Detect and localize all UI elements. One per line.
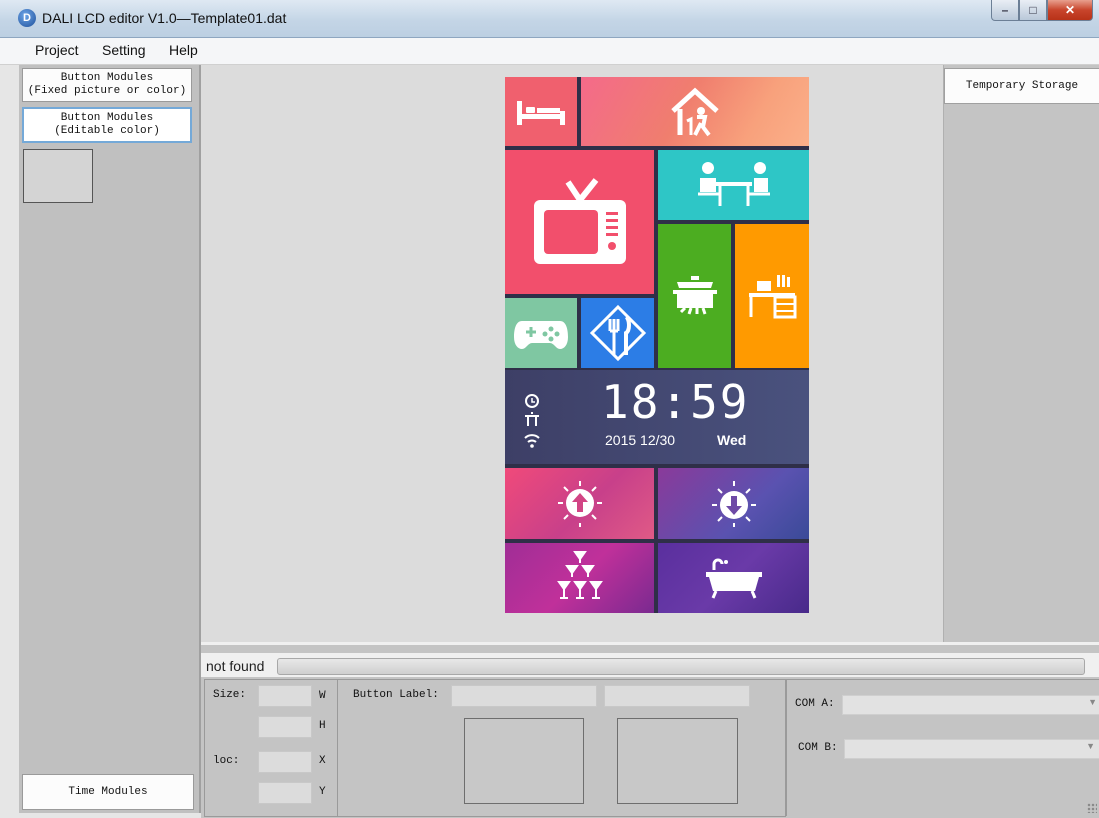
tile-light-up[interactable] bbox=[505, 468, 654, 539]
button-modules-editable-button[interactable]: Button Modules (Editable color) bbox=[22, 107, 192, 143]
button-modules-fixed-line1: Button Modules bbox=[60, 72, 154, 84]
clock-time: 18:59 bbox=[601, 375, 750, 429]
module-panel: Button Modules (Fixed picture or color) … bbox=[19, 65, 201, 813]
height-input[interactable] bbox=[258, 716, 312, 738]
study-desk-icon bbox=[749, 275, 797, 319]
title-bar: D DALI LCD editor V1.0—Template01.dat – … bbox=[0, 0, 1099, 38]
tile-home[interactable] bbox=[581, 77, 809, 146]
maximize-button[interactable]: □ bbox=[1019, 0, 1047, 21]
app-logo-icon: D bbox=[18, 9, 36, 27]
home-person-icon bbox=[671, 87, 719, 136]
window-controls: – □ ✕ bbox=[991, 0, 1093, 22]
button-label-input-2[interactable] bbox=[604, 685, 750, 707]
width-input[interactable] bbox=[258, 685, 312, 707]
y-label: Y bbox=[319, 786, 326, 798]
w-label: W bbox=[319, 690, 326, 702]
gamepad-icon bbox=[514, 321, 568, 349]
size-label: Size: bbox=[213, 689, 247, 701]
button-modules-editable-line2: (Editable color) bbox=[54, 125, 160, 137]
light-down-icon bbox=[711, 480, 756, 527]
tile-dining[interactable] bbox=[658, 150, 809, 220]
tv-icon bbox=[533, 178, 626, 264]
com-a-select[interactable]: ▼ bbox=[842, 695, 1099, 715]
button-image-preview-2[interactable] bbox=[617, 718, 738, 804]
button-properties: Size: W H loc: X Y Button Label: bbox=[204, 679, 786, 817]
menu-help[interactable]: Help bbox=[169, 42, 198, 58]
window-title: DALI LCD editor V1.0—Template01.dat bbox=[42, 10, 287, 26]
button-image-preview-1[interactable] bbox=[464, 718, 584, 804]
module-thumbnail[interactable] bbox=[23, 149, 93, 203]
com-b-select[interactable]: ▼ bbox=[844, 739, 1099, 759]
dining-table-icon bbox=[697, 162, 770, 206]
tile-game[interactable] bbox=[505, 298, 577, 368]
com-b-label: COM B: bbox=[798, 742, 838, 754]
x-input[interactable] bbox=[258, 751, 312, 773]
bed-icon bbox=[517, 100, 565, 125]
app-window: D DALI LCD editor V1.0—Template01.dat – … bbox=[0, 0, 1099, 818]
resize-grip[interactable] bbox=[1087, 803, 1097, 813]
tile-light-down[interactable] bbox=[658, 468, 809, 539]
status-bar: not found bbox=[201, 653, 1099, 677]
light-up-icon bbox=[557, 480, 602, 527]
com-settings: COM A: ▼ COM B: ▼ bbox=[786, 679, 1099, 816]
divider bbox=[337, 680, 338, 816]
button-modules-editable-line1: Button Modules bbox=[60, 112, 154, 124]
time-module[interactable]: 18:59 2015 12/30 Wed bbox=[505, 370, 809, 464]
button-label-input-1[interactable] bbox=[451, 685, 597, 707]
time-modules-button[interactable]: Time Modules bbox=[22, 774, 194, 810]
minimize-button[interactable]: – bbox=[991, 0, 1019, 21]
h-label: H bbox=[319, 720, 326, 732]
fork-knife-icon bbox=[589, 304, 646, 362]
clock-date: 2015 12/30 bbox=[605, 432, 676, 448]
close-button[interactable]: ✕ bbox=[1047, 0, 1093, 21]
tile-restaurant[interactable] bbox=[581, 298, 654, 368]
menu-bar: Project Setting Help bbox=[0, 38, 1099, 65]
menu-setting[interactable]: Setting bbox=[102, 42, 146, 58]
bathtub-icon bbox=[705, 558, 762, 599]
button-label-caption: Button Label: bbox=[353, 689, 439, 701]
tile-kitchen[interactable] bbox=[658, 224, 731, 368]
button-modules-fixed-line2: (Fixed picture or color) bbox=[27, 85, 187, 97]
progress-bar bbox=[277, 658, 1085, 675]
y-input[interactable] bbox=[258, 782, 312, 804]
temporary-storage-panel: Temporary Storage bbox=[943, 65, 1099, 642]
loc-label: loc: bbox=[213, 755, 240, 767]
glass-tower-icon bbox=[556, 551, 603, 599]
tile-study[interactable] bbox=[735, 224, 809, 368]
status-icons bbox=[524, 394, 540, 448]
chevron-down-icon: ▼ bbox=[1086, 741, 1095, 751]
com-a-label: COM A: bbox=[795, 698, 835, 710]
temporary-storage-button[interactable]: Temporary Storage bbox=[944, 68, 1099, 104]
lcd-preview: 18:59 2015 12/30 Wed bbox=[505, 77, 809, 613]
tile-bedroom[interactable] bbox=[505, 77, 577, 146]
menu-project[interactable]: Project bbox=[35, 42, 79, 58]
button-modules-fixed-button[interactable]: Button Modules (Fixed picture or color) bbox=[22, 68, 192, 102]
status-text: not found bbox=[206, 658, 265, 674]
chevron-down-icon: ▼ bbox=[1088, 697, 1097, 707]
cooking-pot-icon bbox=[672, 276, 717, 315]
clock-day: Wed bbox=[717, 432, 747, 448]
tile-bath[interactable] bbox=[658, 543, 809, 613]
tile-tv[interactable] bbox=[505, 150, 654, 294]
tile-party[interactable] bbox=[505, 543, 654, 613]
x-label: X bbox=[319, 755, 326, 767]
properties-panel: not found Size: W H loc: X Y Button Labe… bbox=[201, 642, 1099, 818]
